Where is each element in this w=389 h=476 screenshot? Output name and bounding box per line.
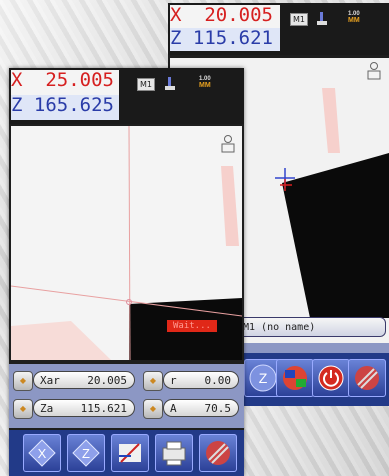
back-z-readout: Z 115.621 — [170, 28, 280, 51]
xar-field[interactable]: Xar 20.005 — [33, 371, 135, 389]
back-mode-badge[interactable]: M1 — [290, 13, 308, 26]
front-field-panel: ◆ Xar 20.005 ◆ r 0.00 ◆ Za 115.621 ◆ A 70.5 — [9, 364, 244, 428]
hand-wheel-icon[interactable] — [316, 11, 328, 27]
front-device-screen: X 25.005 Z 165.625 M1 1.00 MM Wait... ◆ … — [9, 68, 244, 476]
back-header: X 20.005 Z 115.621 M1 1.00 MM — [168, 3, 389, 55]
flags-icon[interactable] — [276, 359, 314, 397]
tool-icon[interactable] — [111, 434, 149, 472]
stripes-icon[interactable] — [199, 434, 237, 472]
a-field[interactable]: A 70.5 — [163, 399, 239, 417]
camera-icon[interactable] — [219, 134, 237, 156]
power-icon[interactable] — [312, 359, 350, 397]
camera-icon[interactable] — [365, 61, 383, 83]
a-field-icon[interactable]: ◆ — [143, 399, 163, 419]
back-scale-indicator: 1.00 MM — [348, 11, 360, 24]
xar-field-icon[interactable]: ◆ — [13, 371, 33, 391]
za-field-icon[interactable]: ◆ — [13, 399, 33, 419]
back-coordinate-readout: X 20.005 Z 115.621 — [170, 5, 280, 51]
back-name-field[interactable]: M1 (no name) — [236, 317, 386, 337]
front-coordinate-readout: X 25.005 Z 165.625 — [11, 70, 119, 120]
svg-text:Z: Z — [82, 446, 90, 461]
za-field[interactable]: Za 115.621 — [33, 399, 135, 417]
r-field-icon[interactable]: ◆ — [143, 371, 163, 391]
front-scale-indicator: 1.00 MM — [199, 76, 211, 89]
status-badge: Wait... — [167, 320, 217, 332]
stripes-icon[interactable] — [348, 359, 386, 397]
front-mode-badge[interactable]: M1 — [137, 78, 155, 91]
field-row-2: ◆ Za 115.621 ◆ A 70.5 — [13, 399, 243, 421]
z-icon[interactable]: Z — [67, 434, 105, 472]
r-field[interactable]: r 0.00 — [163, 371, 239, 389]
svg-text:Z: Z — [259, 370, 268, 386]
x-icon[interactable]: X — [23, 434, 61, 472]
front-x-readout: X 25.005 — [11, 70, 119, 95]
svg-text:X: X — [38, 446, 47, 461]
front-toolbar: X Z — [9, 430, 244, 476]
printer-icon[interactable] — [155, 434, 193, 472]
field-row-1: ◆ Xar 20.005 ◆ r 0.00 — [13, 371, 243, 393]
hand-wheel-icon[interactable] — [164, 76, 176, 92]
back-x-readout: X 20.005 — [170, 5, 280, 28]
front-z-readout: Z 165.625 — [11, 95, 119, 120]
front-header: X 25.005 Z 165.625 M1 1.00 MM — [9, 68, 244, 124]
